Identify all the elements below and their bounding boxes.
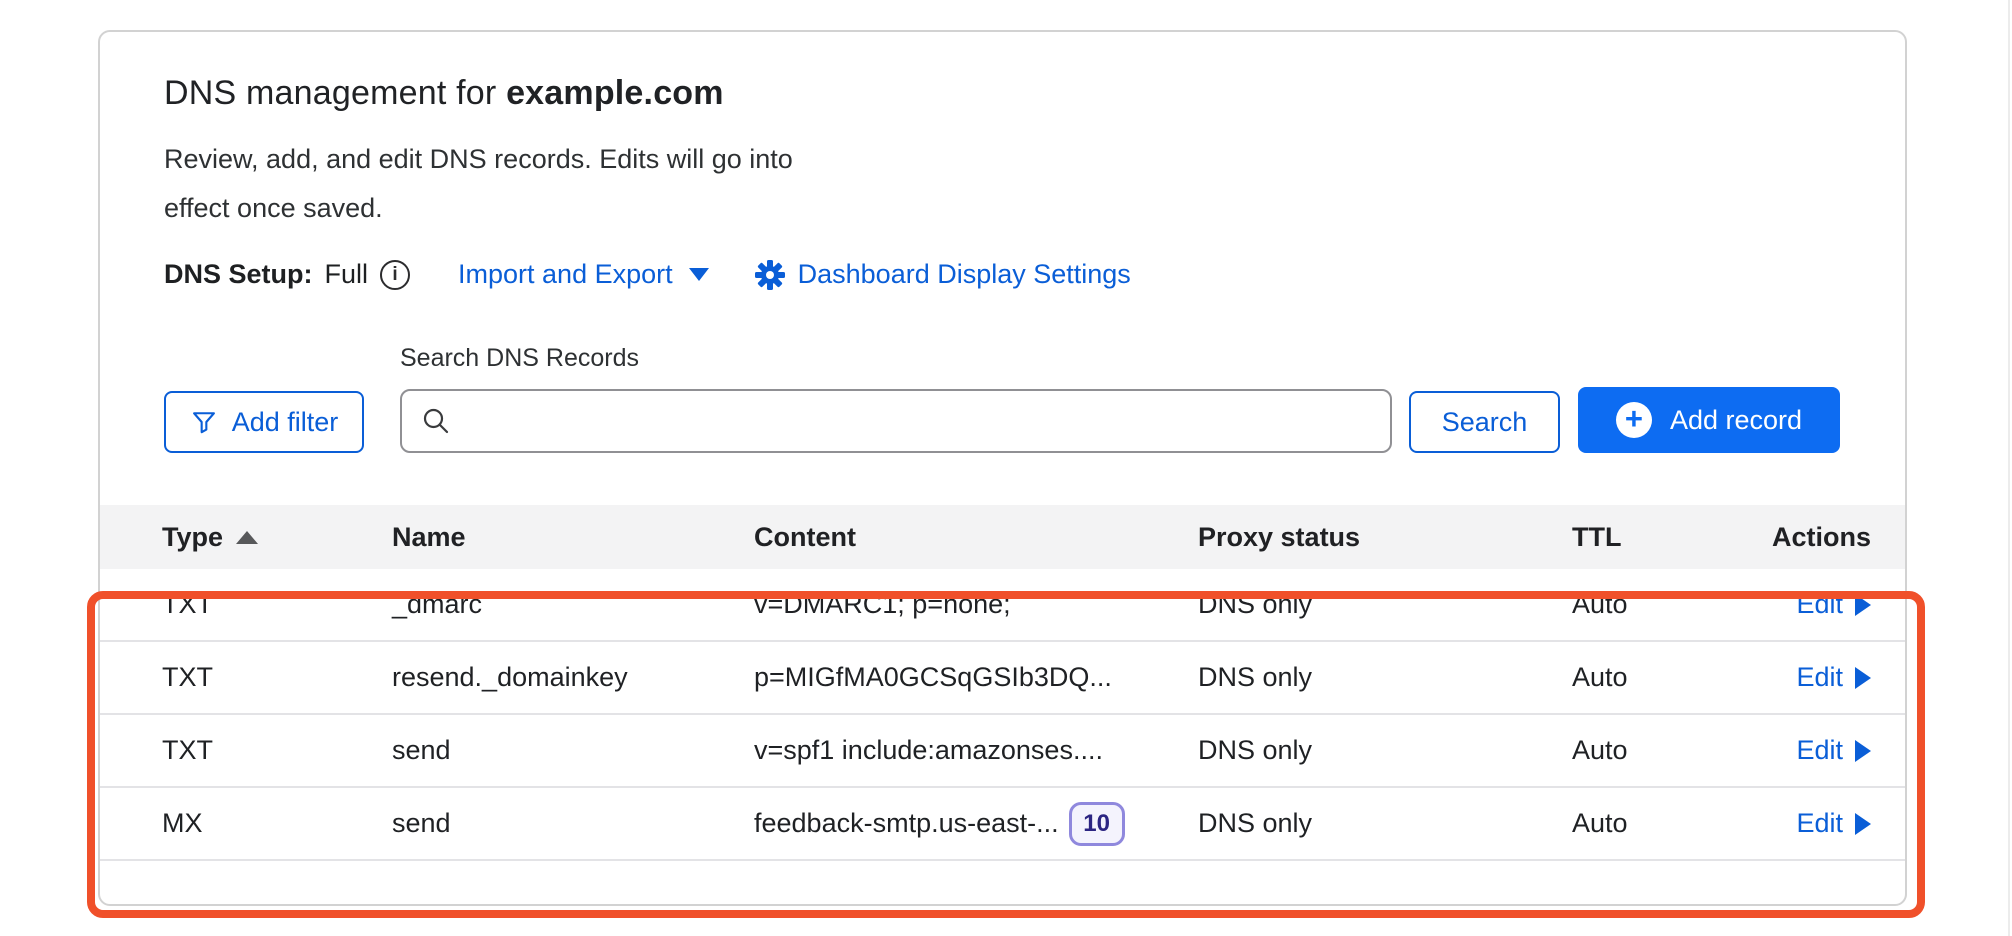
- column-header-content[interactable]: Content: [754, 522, 1198, 553]
- import-export-label: Import and Export: [458, 259, 673, 290]
- cell-proxy-status: DNS only: [1198, 735, 1572, 766]
- dns-setup-label: DNS Setup:: [164, 259, 313, 290]
- cell-content: feedback-smtp.us-east-... 10: [754, 802, 1198, 846]
- column-header-actions: Actions: [1766, 522, 1871, 553]
- cell-actions: Edit: [1766, 662, 1871, 693]
- cell-actions: Edit: [1766, 589, 1871, 620]
- table-row-send-mx: MX send feedback-smtp.us-east-... 10 DNS…: [100, 788, 1905, 861]
- cell-actions: Edit: [1766, 808, 1871, 839]
- import-export-dropdown[interactable]: Import and Export: [458, 259, 709, 290]
- table-row-domainkey: TXT resend._domainkey p=MIGfMA0GCSqGSIb3…: [100, 642, 1905, 715]
- cell-content: v=DMARC1; p=none;: [754, 589, 1198, 620]
- chevron-right-icon: [1855, 594, 1871, 616]
- cell-proxy-status: DNS only: [1198, 589, 1572, 620]
- records-toolbar: Add filter Search DNS Records Search: [164, 344, 1905, 453]
- cell-type: TXT: [162, 589, 392, 620]
- edit-record-button[interactable]: Edit: [1796, 808, 1871, 839]
- dns-records-table: Type Name Content Proxy status TTL Actio…: [100, 505, 1905, 861]
- page-title: DNS management for example.com: [164, 74, 1905, 113]
- info-icon[interactable]: i: [380, 260, 410, 290]
- chevron-right-icon: [1855, 813, 1871, 835]
- table-header-row: Type Name Content Proxy status TTL Actio…: [100, 505, 1905, 569]
- cell-name: _dmarc: [392, 589, 754, 620]
- cell-ttl: Auto: [1572, 735, 1766, 766]
- cell-name: resend._domainkey: [392, 662, 754, 693]
- column-header-proxy-status[interactable]: Proxy status: [1198, 522, 1572, 553]
- filter-funnel-icon: [190, 408, 218, 436]
- column-header-type[interactable]: Type: [162, 522, 392, 553]
- add-record-label: Add record: [1670, 405, 1802, 436]
- dns-setup-value: Full: [325, 259, 369, 290]
- edit-record-button[interactable]: Edit: [1796, 589, 1871, 620]
- cell-ttl: Auto: [1572, 808, 1766, 839]
- dns-setup-row: DNS Setup: Full i Import and Export: [164, 259, 1905, 290]
- cell-content: p=MIGfMA0GCSqGSIb3DQ...: [754, 662, 1198, 693]
- cell-name: send: [392, 808, 754, 839]
- column-header-ttl[interactable]: TTL: [1572, 522, 1766, 553]
- add-record-button[interactable]: + Add record: [1578, 387, 1840, 453]
- add-filter-label: Add filter: [232, 407, 339, 438]
- add-filter-button[interactable]: Add filter: [164, 391, 364, 453]
- chevron-right-icon: [1855, 740, 1871, 762]
- cell-type: TXT: [162, 735, 392, 766]
- chevron-right-icon: [1855, 667, 1871, 689]
- edit-record-button[interactable]: Edit: [1796, 662, 1871, 693]
- cell-type: TXT: [162, 662, 392, 693]
- chevron-down-icon: [689, 268, 709, 281]
- column-header-name[interactable]: Name: [392, 522, 754, 553]
- dashboard-display-settings-label: Dashboard Display Settings: [798, 259, 1131, 290]
- cell-content: v=spf1 include:amazonses....: [754, 735, 1198, 766]
- cell-ttl: Auto: [1572, 662, 1766, 693]
- mx-priority-badge: 10: [1069, 802, 1125, 846]
- gear-icon: [755, 260, 785, 290]
- search-icon: [420, 405, 452, 442]
- table-row-send-txt: TXT send v=spf1 include:amazonses.... DN…: [100, 715, 1905, 788]
- cell-ttl: Auto: [1572, 589, 1766, 620]
- page-title-domain: example.com: [506, 74, 724, 112]
- cell-actions: Edit: [1766, 735, 1871, 766]
- table-row-dmarc: TXT _dmarc v=DMARC1; p=none; DNS only Au…: [100, 569, 1905, 642]
- cell-proxy-status: DNS only: [1198, 808, 1572, 839]
- search-dns-records-group: Search DNS Records: [400, 344, 1392, 453]
- dashboard-display-settings-link[interactable]: Dashboard Display Settings: [755, 259, 1131, 290]
- cell-proxy-status: DNS only: [1198, 662, 1572, 693]
- edit-record-button[interactable]: Edit: [1796, 735, 1871, 766]
- page-description: Review, add, and edit DNS records. Edits…: [164, 135, 824, 233]
- search-button[interactable]: Search: [1409, 391, 1560, 453]
- search-input[interactable]: [400, 389, 1392, 453]
- page-title-prefix: DNS management for: [164, 74, 506, 112]
- plus-icon: +: [1616, 402, 1652, 438]
- dns-management-card: DNS management for example.com Review, a…: [98, 30, 1907, 906]
- sort-ascending-icon: [236, 531, 258, 544]
- window-edge: [2008, 0, 2010, 936]
- search-dns-records-label: Search DNS Records: [400, 344, 1392, 373]
- search-box: [400, 389, 1392, 453]
- cell-type: MX: [162, 808, 392, 839]
- cell-name: send: [392, 735, 754, 766]
- search-button-label: Search: [1442, 407, 1528, 438]
